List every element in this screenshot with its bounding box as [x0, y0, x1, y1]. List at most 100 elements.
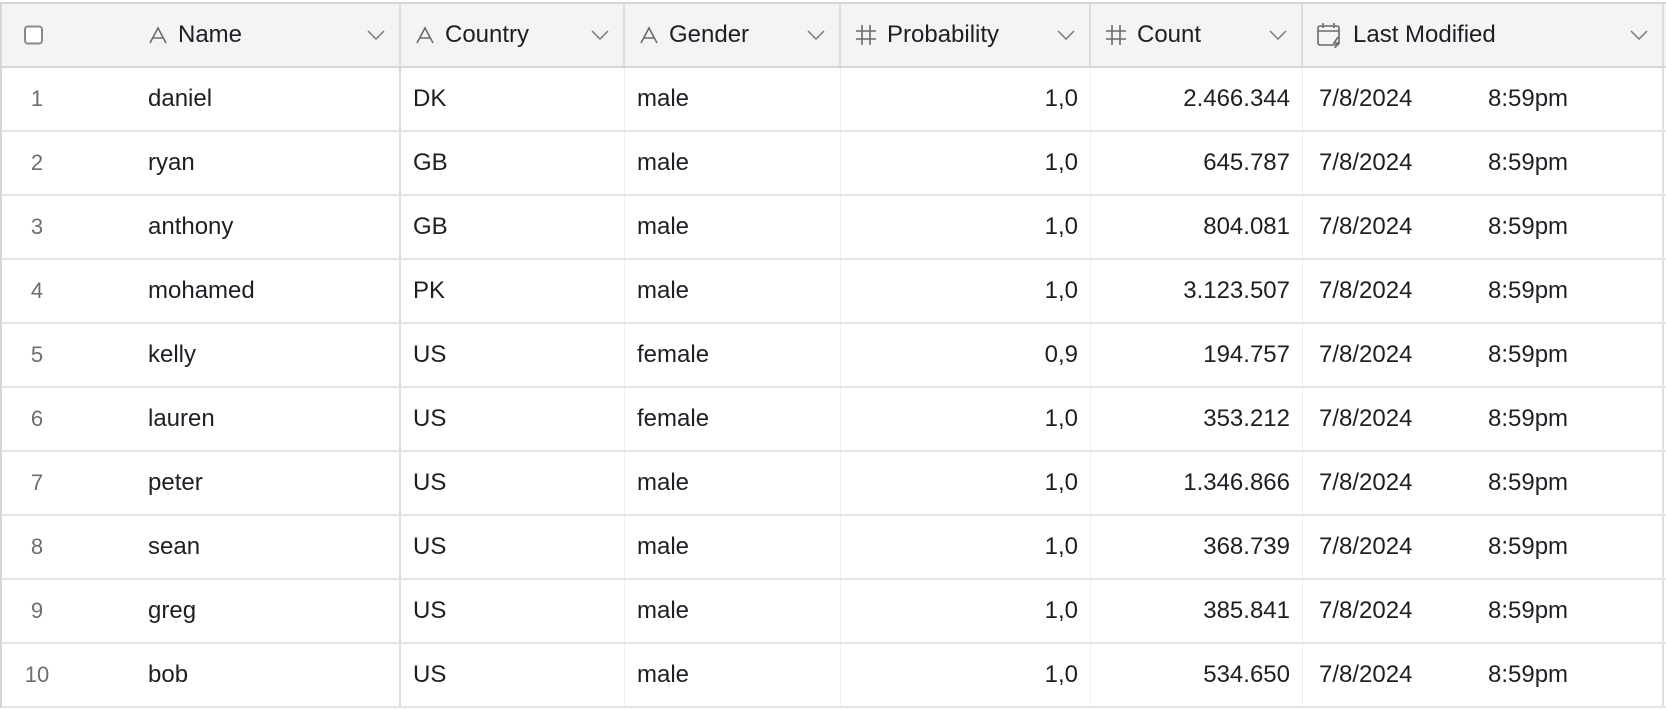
column-header-country[interactable]: Country	[401, 4, 625, 66]
last-modified-cell[interactable]: 7/8/2024 8:59pm	[1303, 196, 1664, 258]
count-cell[interactable]: 804.081	[1091, 196, 1303, 258]
chevron-down-icon[interactable]	[1269, 30, 1287, 40]
chevron-down-icon[interactable]	[807, 30, 825, 40]
last-modified-cell[interactable]: 7/8/2024 8:59pm	[1303, 580, 1664, 642]
table-row[interactable]: 10 bob US male 1,0 534.650 7/8/2024 8:59…	[2, 644, 1666, 708]
count-cell[interactable]: 645.787	[1091, 132, 1303, 194]
name-cell[interactable]: 2 ryan	[2, 132, 401, 194]
last-modified-cell[interactable]: 7/8/2024 8:59pm	[1303, 324, 1664, 386]
table-row[interactable]: 5 kelly US female 0,9 194.757 7/8/2024 8…	[2, 324, 1666, 388]
last-modified-date: 7/8/2024	[1319, 213, 1413, 240]
column-header-label: Gender	[669, 21, 750, 48]
gender-cell[interactable]: female	[625, 388, 841, 450]
gender-cell[interactable]: male	[625, 196, 841, 258]
gender-cell[interactable]: male	[625, 260, 841, 322]
probability-cell[interactable]: 0,9	[841, 324, 1091, 386]
name-value: kelly	[148, 341, 197, 368]
name-cell[interactable]: 8 sean	[2, 516, 401, 578]
chevron-down-icon[interactable]	[591, 30, 609, 40]
table-row[interactable]: 8 sean US male 1,0 368.739 7/8/2024 8:59…	[2, 516, 1666, 580]
column-header-gender[interactable]: Gender	[625, 4, 841, 66]
country-cell[interactable]: US	[401, 452, 625, 514]
probability-cell[interactable]: 1,0	[841, 260, 1091, 322]
name-cell[interactable]: 9 greg	[2, 580, 401, 642]
count-cell[interactable]: 385.841	[1091, 580, 1303, 642]
name-cell[interactable]: 1 daniel	[2, 68, 401, 130]
row-number: 1	[30, 86, 44, 111]
gender-cell[interactable]: male	[625, 452, 841, 514]
country-cell[interactable]: US	[401, 644, 625, 706]
probability-cell[interactable]: 1,0	[841, 644, 1091, 706]
count-cell[interactable]: 194.757	[1091, 324, 1303, 386]
country-cell[interactable]: PK	[401, 260, 625, 322]
gender-cell[interactable]: male	[625, 132, 841, 194]
probability-cell[interactable]: 1,0	[841, 68, 1091, 130]
count-cell[interactable]: 534.650	[1091, 644, 1303, 706]
name-cell[interactable]: 10 bob	[2, 644, 401, 706]
count-cell[interactable]: 3.123.507	[1091, 260, 1303, 322]
count-cell[interactable]: 368.739	[1091, 516, 1303, 578]
name-cell[interactable]: 6 lauren	[2, 388, 401, 450]
last-modified-cell[interactable]: 7/8/2024 8:59pm	[1303, 132, 1664, 194]
row-number: 6	[30, 406, 44, 431]
last-modified-cell[interactable]: 7/8/2024 8:59pm	[1303, 516, 1664, 578]
last-modified-cell[interactable]: 7/8/2024 8:59pm	[1303, 388, 1664, 450]
probability-cell[interactable]: 1,0	[841, 452, 1091, 514]
country-cell[interactable]: US	[401, 388, 625, 450]
last-modified-date: 7/8/2024	[1319, 533, 1413, 560]
row-number: 8	[30, 534, 44, 559]
probability-cell[interactable]: 1,0	[841, 516, 1091, 578]
row-number: 7	[30, 470, 44, 495]
name-cell[interactable]: 7 peter	[2, 452, 401, 514]
country-cell[interactable]: GB	[401, 196, 625, 258]
count-cell[interactable]: 2.466.344	[1091, 68, 1303, 130]
last-modified-cell[interactable]: 7/8/2024 8:59pm	[1303, 644, 1664, 706]
count-cell[interactable]: 1.346.866	[1091, 452, 1303, 514]
country-cell[interactable]: US	[401, 516, 625, 578]
table-row[interactable]: 9 greg US male 1,0 385.841 7/8/2024 8:59…	[2, 580, 1666, 644]
name-cell[interactable]: 4 mohamed	[2, 260, 401, 322]
country-cell[interactable]: US	[401, 580, 625, 642]
gender-cell[interactable]: female	[625, 324, 841, 386]
name-cell[interactable]: 5 kelly	[2, 324, 401, 386]
chevron-down-icon[interactable]	[367, 30, 385, 40]
probability-cell[interactable]: 1,0	[841, 580, 1091, 642]
column-header-last-modified[interactable]: Last Modified	[1303, 4, 1664, 66]
chevron-down-icon[interactable]	[1057, 30, 1075, 40]
last-modified-cell[interactable]: 7/8/2024 8:59pm	[1303, 260, 1664, 322]
probability-value: 1,0	[1044, 469, 1078, 496]
calendar-lightning-icon	[1317, 22, 1343, 48]
gender-cell[interactable]: male	[625, 580, 841, 642]
probability-cell[interactable]: 1,0	[841, 132, 1091, 194]
probability-cell[interactable]: 1,0	[841, 196, 1091, 258]
country-cell[interactable]: GB	[401, 132, 625, 194]
select-all-checkbox[interactable]	[24, 25, 43, 45]
gender-cell[interactable]: male	[625, 644, 841, 706]
table-row[interactable]: 7 peter US male 1,0 1.346.866 7/8/2024 8…	[2, 452, 1666, 516]
name-cell[interactable]: 3 anthony	[2, 196, 401, 258]
probability-value: 0,9	[1044, 341, 1078, 368]
table-row[interactable]: 3 anthony GB male 1,0 804.081 7/8/2024 8…	[2, 196, 1666, 260]
gender-value: male	[637, 469, 690, 496]
table-row[interactable]: 2 ryan GB male 1,0 645.787 7/8/2024 8:59…	[2, 132, 1666, 196]
column-header-name[interactable]: Name	[2, 4, 401, 66]
last-modified-cell[interactable]: 7/8/2024 8:59pm	[1303, 452, 1664, 514]
last-modified-time: 8:59pm	[1488, 213, 1569, 240]
chevron-down-icon[interactable]	[1630, 30, 1648, 40]
last-modified-time: 8:59pm	[1488, 85, 1569, 112]
row-number: 9	[30, 598, 44, 623]
country-cell[interactable]: US	[401, 324, 625, 386]
table-row[interactable]: 6 lauren US female 1,0 353.212 7/8/2024 …	[2, 388, 1666, 452]
gender-cell[interactable]: male	[625, 68, 841, 130]
column-header-count[interactable]: Count	[1091, 4, 1303, 66]
table-row[interactable]: 4 mohamed PK male 1,0 3.123.507 7/8/2024…	[2, 260, 1666, 324]
column-header-label: Country	[445, 21, 530, 48]
count-cell[interactable]: 353.212	[1091, 388, 1303, 450]
probability-cell[interactable]: 1,0	[841, 388, 1091, 450]
column-header-probability[interactable]: Probability	[841, 4, 1091, 66]
table-row[interactable]: 1 daniel DK male 1,0 2.466.344 7/8/2024 …	[2, 68, 1666, 132]
last-modified-cell[interactable]: 7/8/2024 8:59pm	[1303, 68, 1664, 130]
last-modified-time: 8:59pm	[1488, 533, 1569, 560]
gender-cell[interactable]: male	[625, 516, 841, 578]
country-cell[interactable]: DK	[401, 68, 625, 130]
